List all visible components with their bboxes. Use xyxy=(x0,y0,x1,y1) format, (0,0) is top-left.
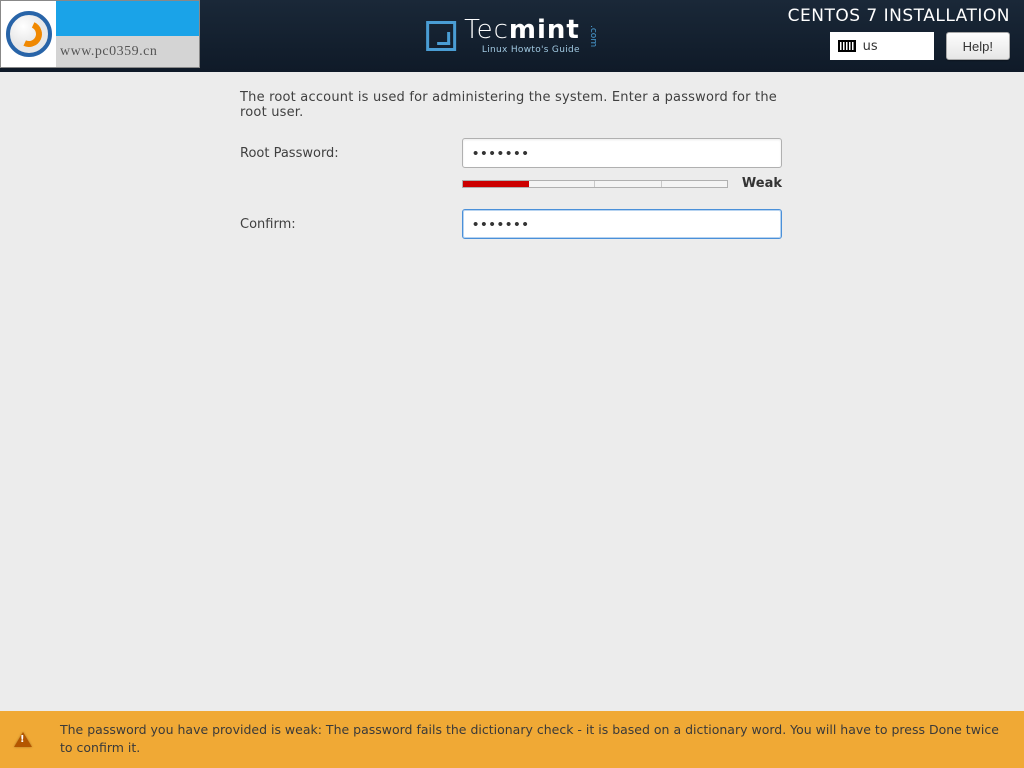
brand-subtitle: Linux Howto's Guide xyxy=(464,45,580,55)
keyboard-layout-label: us xyxy=(863,39,878,54)
password-strength-row: Weak xyxy=(240,176,784,191)
header-right: CENTOS 7 INSTALLATION us Help! xyxy=(788,6,1010,60)
root-password-label: Root Password: xyxy=(240,146,462,161)
brand-text: Tecmint xyxy=(464,15,580,45)
keyboard-icon xyxy=(838,40,856,52)
watermark-url: www.pc0359.cn xyxy=(56,36,199,67)
help-button[interactable]: Help! xyxy=(946,32,1010,60)
warning-bar: The password you have provided is weak: … xyxy=(0,711,1024,768)
instruction-text: The root account is used for administeri… xyxy=(240,90,784,120)
keyboard-layout-indicator[interactable]: us xyxy=(830,32,934,60)
watermark-right: www.pc0359.cn xyxy=(56,1,199,67)
header-controls: us Help! xyxy=(830,32,1010,60)
watermark-overlay: www.pc0359.cn xyxy=(0,0,200,68)
confirm-password-label: Confirm: xyxy=(240,217,462,232)
brand-suffix: .com xyxy=(588,25,598,47)
warning-icon xyxy=(14,732,32,747)
confirm-password-row: Confirm: xyxy=(240,209,784,239)
watermark-logo-box xyxy=(1,1,56,67)
confirm-password-input[interactable] xyxy=(462,209,782,239)
brand-logo: Tecmint Linux Howto's Guide .com xyxy=(426,17,598,55)
brand-square-icon xyxy=(426,21,456,51)
installer-title: CENTOS 7 INSTALLATION xyxy=(788,6,1010,26)
brand-text-block: Tecmint Linux Howto's Guide xyxy=(464,17,580,55)
watermark-logo-icon xyxy=(6,11,52,57)
password-strength-bar xyxy=(462,180,728,188)
watermark-blue-band xyxy=(56,1,199,36)
root-password-input[interactable] xyxy=(462,138,782,168)
root-password-row: Root Password: xyxy=(240,138,784,168)
top-header: www.pc0359.cn Tecmint Linux Howto's Guid… xyxy=(0,0,1024,72)
main-content: The root account is used for administeri… xyxy=(0,72,1024,239)
warning-text: The password you have provided is weak: … xyxy=(60,721,1004,759)
password-strength-label: Weak xyxy=(742,176,782,191)
password-strength-fill xyxy=(463,181,529,187)
